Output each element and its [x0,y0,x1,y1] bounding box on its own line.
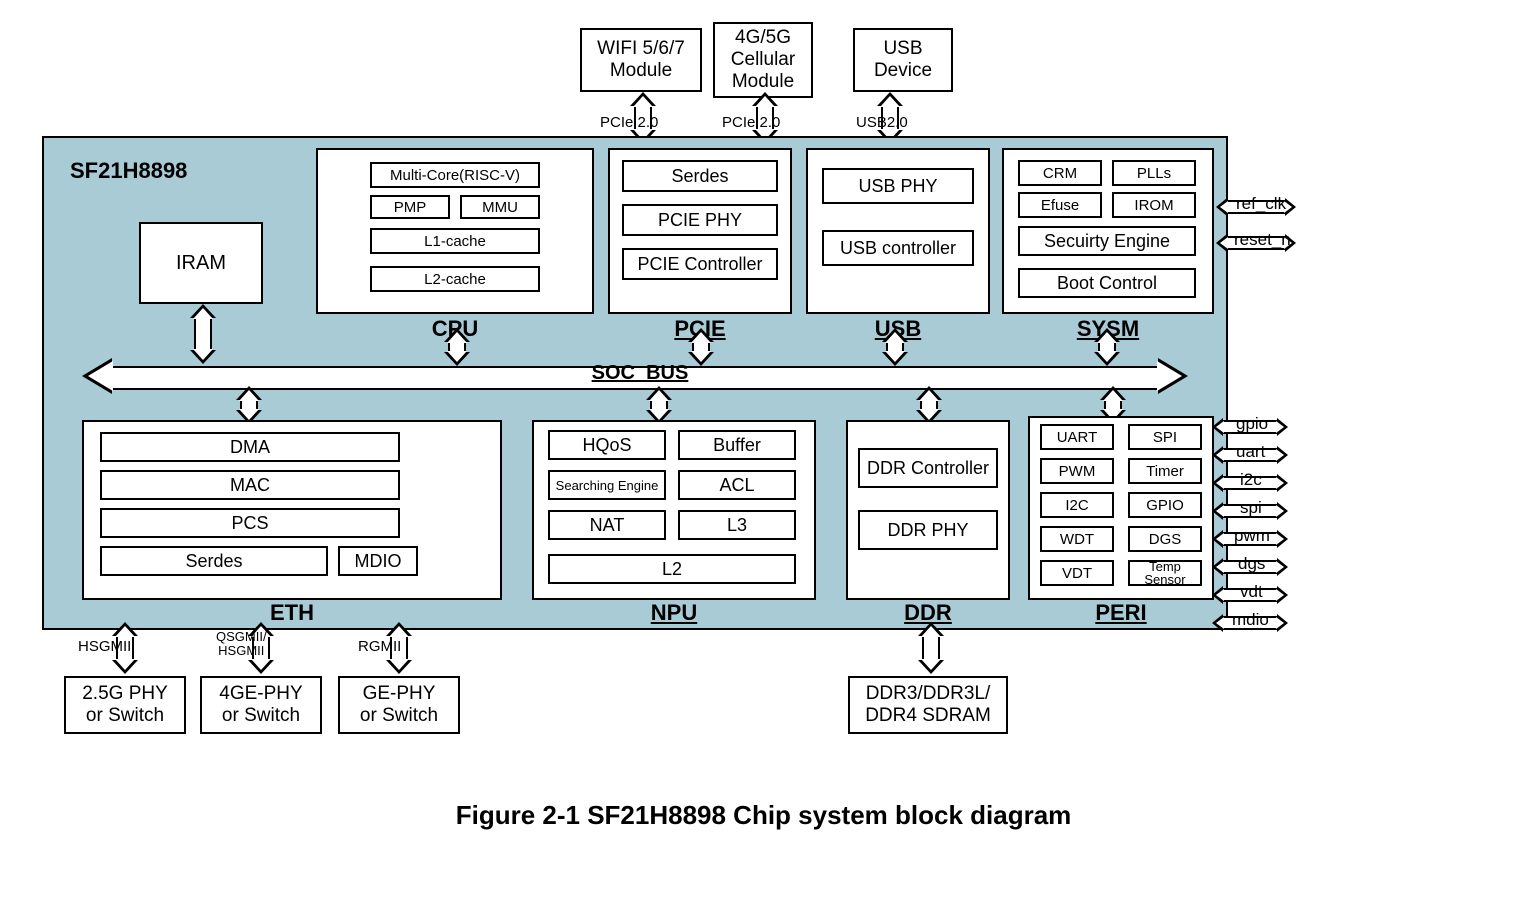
sysm-boot: Boot Control [1018,268,1196,298]
pcie-serdes: Serdes [622,160,778,192]
peri-temp-sensor: Temp Sensor [1128,560,1202,586]
pcie-phy: PCIE PHY [622,204,778,236]
pcie2-label: PCIe 2.0 [722,114,780,131]
npu-bus-connector [650,398,668,412]
ddr-bus-connector [920,398,938,412]
resetn-label: reset_n [1234,230,1291,250]
usb-phy: USB PHY [822,168,974,204]
qsgmii-label: QSGMII/ HSGMII [216,630,267,659]
cpu-mmu: MMU [460,195,540,219]
uart-label: uart [1236,442,1265,462]
cpu-l2: L2-cache [370,266,540,292]
cpu-core: Multi-Core(RISC-V) [370,162,540,188]
eth-bus-connector [240,398,258,412]
usb-bus-connector [886,340,904,354]
eth-title: ETH [82,600,502,626]
sysm-crm: CRM [1018,160,1102,186]
cpu-pmp: PMP [370,195,450,219]
spi-label: spi [1240,498,1262,518]
npu-hqos: HQoS [548,430,666,460]
eth-mac: MAC [100,470,400,500]
npu-title: NPU [532,600,816,626]
ext-ge-phy: GE-PHY or Switch [338,676,460,734]
ext-25g-phy: 2.5G PHY or Switch [64,676,186,734]
ext-4ge-phy: 4GE-PHY or Switch [200,676,322,734]
peri-uart: UART [1040,424,1114,450]
dgs-label: dgs [1238,554,1265,574]
sysm-irom: IROM [1112,192,1196,218]
peri-vdt: VDT [1040,560,1114,586]
ddr-phy: DDR PHY [858,510,998,550]
vdt-label: vdt [1240,582,1263,602]
sysm-efuse: Efuse [1018,192,1102,218]
pcie1-label: PCIe 2.0 [600,114,658,131]
i2c-label: i2c [1240,470,1262,490]
peri-dgs: DGS [1128,526,1202,552]
sysm-bus-connector [1098,340,1116,354]
npu-nat: NAT [548,510,666,540]
npu-l3: L3 [678,510,796,540]
cpu-l1: L1-cache [370,228,540,254]
soc-bus-label: SOC_BUS [550,362,730,385]
ddr-controller: DDR Controller [858,448,998,488]
npu-buffer: Buffer [678,430,796,460]
rgmii-label: RGMII [358,638,401,655]
pcie-bus-connector [692,340,710,354]
usb20-label: USB2.0 [856,114,908,131]
gpio-label: gpio [1236,414,1268,434]
peri-title: PERI [1028,600,1214,626]
sysm-plls: PLLs [1112,160,1196,186]
cpu-bus-connector [448,340,466,354]
eth-mdio: MDIO [338,546,418,576]
peri-i2c: I2C [1040,492,1114,518]
hsgmii-label: HSGMII [78,638,131,655]
iram-bus-connector [194,316,212,352]
peri-bus-connector [1104,398,1122,412]
eth-serdes: Serdes [100,546,328,576]
pwm-label: pwm [1234,526,1270,546]
npu-search-engine: Searching Engine [548,470,666,500]
pcie-controller: PCIE Controller [622,248,778,280]
mdio-label: mdio [1232,610,1269,630]
peri-gpio: GPIO [1128,492,1202,518]
usb-controller: USB controller [822,230,974,266]
figure-caption: Figure 2-1 SF21H8898 Chip system block d… [0,800,1527,831]
peri-wdt: WDT [1040,526,1114,552]
peri-spi: SPI [1128,424,1202,450]
ddr-ext-connector [922,634,940,662]
chip-name: SF21H8898 [70,158,187,184]
ext-wifi-module: WIFI 5/6/7 Module [580,28,702,92]
eth-pcs: PCS [100,508,400,538]
sysm-security: Secuirty Engine [1018,226,1196,256]
ext-cellular-module: 4G/5G Cellular Module [713,22,813,98]
peri-timer: Timer [1128,458,1202,484]
ext-usb-device: USB Device [853,28,953,92]
refclk-label: ref_clk [1236,194,1286,214]
ext-ddr-sdram: DDR3/DDR3L/ DDR4 SDRAM [848,676,1008,734]
peri-pwm: PWM [1040,458,1114,484]
eth-dma: DMA [100,432,400,462]
iram-block: IRAM [139,222,263,304]
npu-acl: ACL [678,470,796,500]
npu-l2: L2 [548,554,796,584]
